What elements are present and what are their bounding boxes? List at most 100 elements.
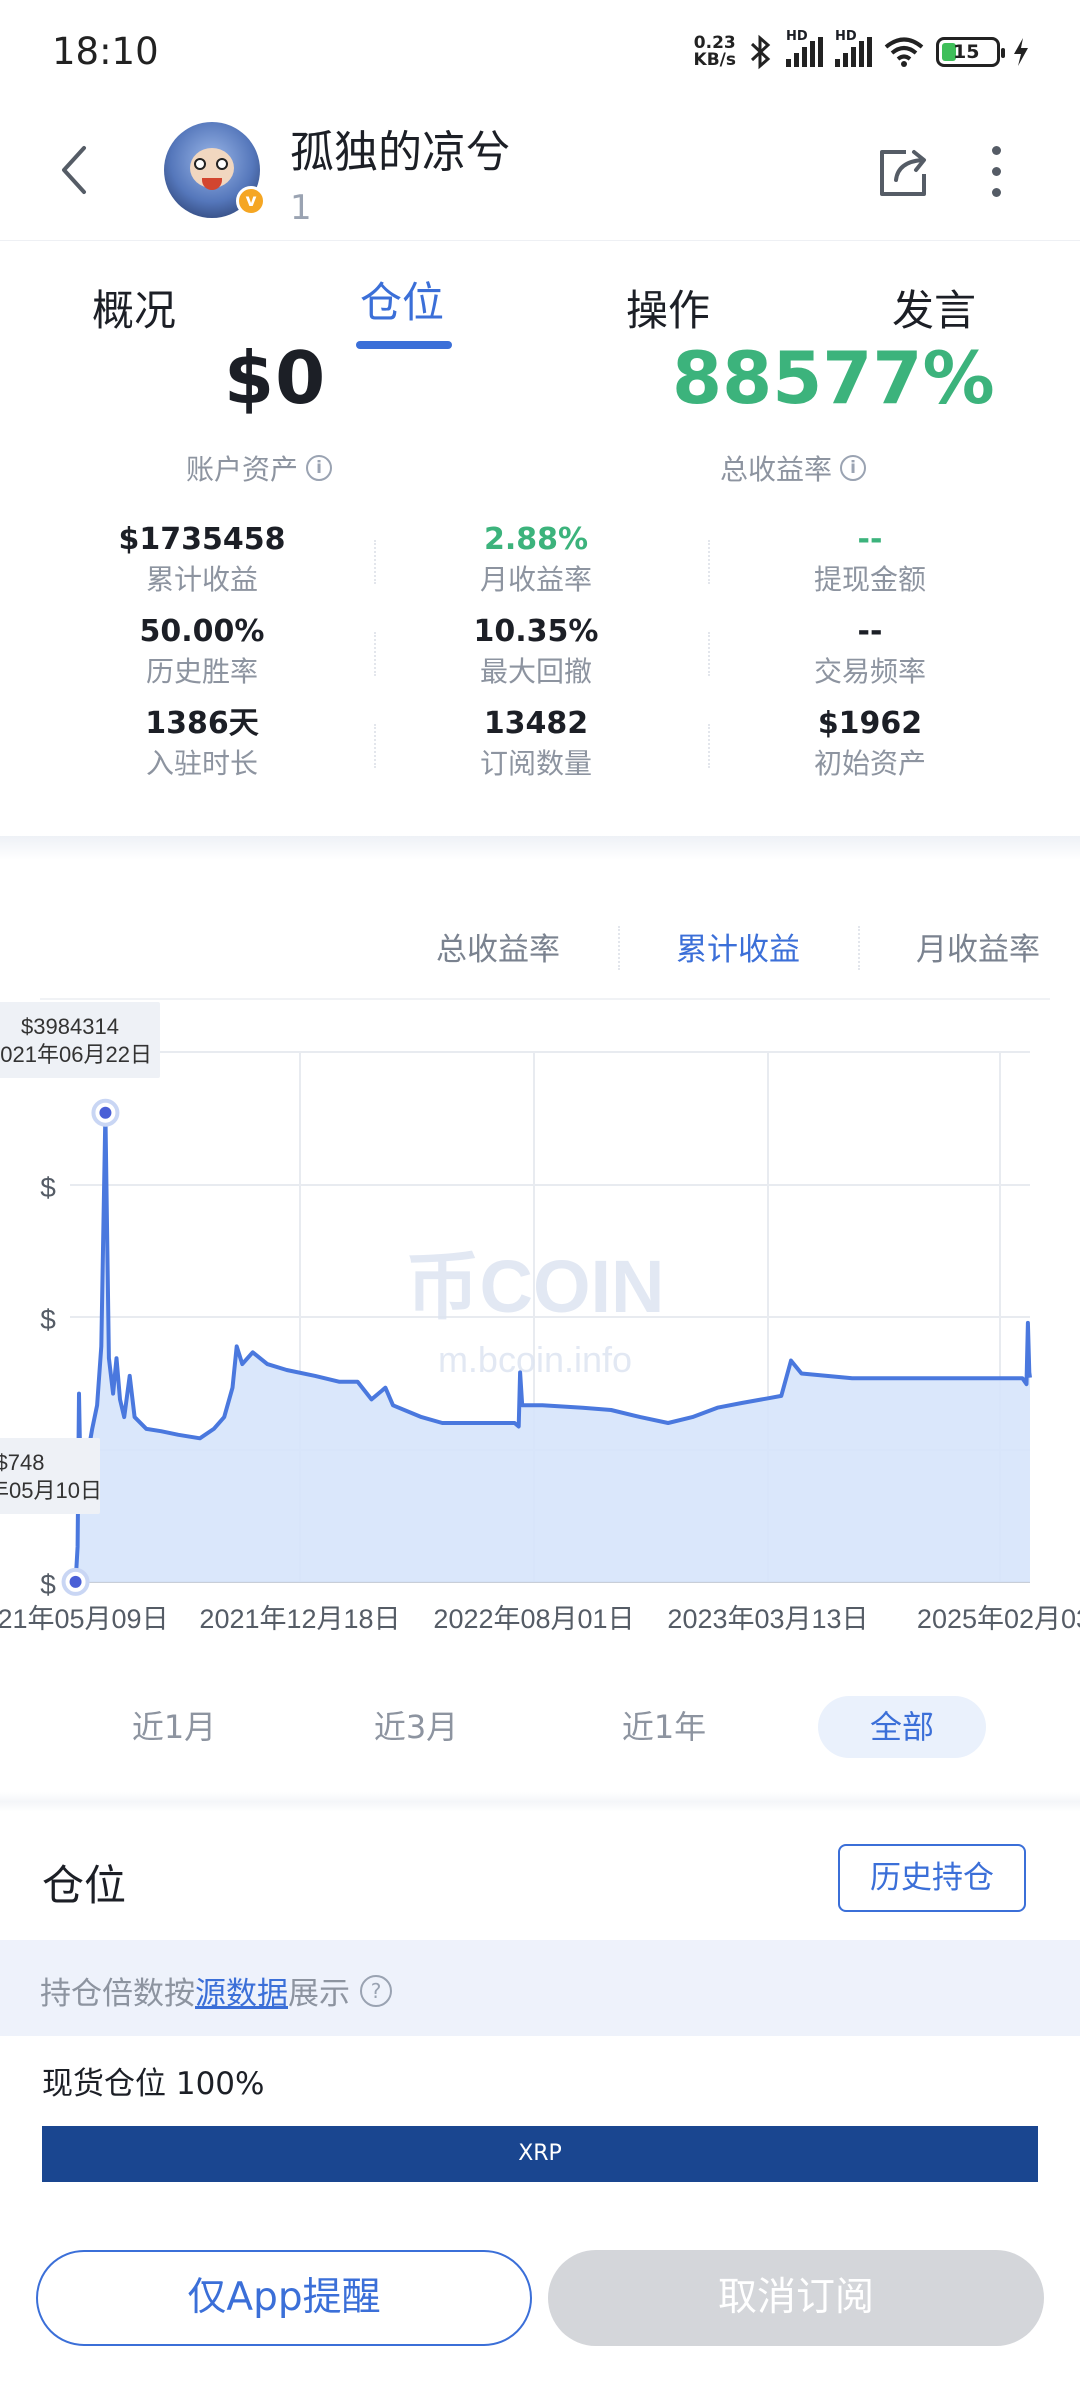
stat-trade-frequency: -- 交易频率 bbox=[700, 612, 1040, 692]
total-return-value: 88577% bbox=[672, 336, 995, 420]
stat-label: 最大回撤 bbox=[479, 655, 592, 688]
notice-text: 展示 bbox=[288, 1976, 350, 2012]
charging-icon bbox=[1014, 38, 1028, 66]
network-speed-unit: KB/s bbox=[693, 50, 736, 70]
tooltip-date: 2021年06月22日 bbox=[0, 1042, 152, 1067]
tooltip-date: 2021年05月10日 bbox=[0, 1478, 102, 1503]
profile-header: v 孤独的凉兮 1 bbox=[0, 100, 1080, 240]
stat-tenure: 1386天 入驻时长 bbox=[32, 704, 372, 784]
cumulative-profit-chart[interactable]: 币COIN m.bcoin.info $$$$$ 2021年05月09日2021… bbox=[0, 1000, 1080, 1660]
chart-tab-total-return[interactable]: 总收益率 bbox=[436, 924, 560, 969]
history-positions-button[interactable]: 历史持仓 bbox=[838, 1844, 1026, 1912]
info-icon[interactable]: i bbox=[306, 455, 333, 481]
verified-badge-icon: v bbox=[236, 186, 266, 216]
range-3-months-button[interactable]: 近3月 bbox=[366, 1696, 466, 1758]
stat-monthly-return: 2.88% 月收益率 bbox=[366, 520, 706, 600]
divider bbox=[708, 540, 710, 584]
tab-posts[interactable]: 发言 bbox=[892, 277, 976, 338]
x-tick-label: 2025年02月03 bbox=[917, 1604, 1080, 1634]
marker-low bbox=[69, 1575, 82, 1588]
signal-strength-2-icon: HD bbox=[835, 29, 872, 67]
divider bbox=[374, 540, 376, 584]
stat-value: 50.00% bbox=[139, 614, 265, 649]
chart-watermark-brand: 币COIN bbox=[406, 1245, 665, 1328]
stat-label: 交易频率 bbox=[813, 655, 926, 688]
stat-label: 月收益率 bbox=[479, 563, 592, 596]
source-data-link[interactable]: 源数据 bbox=[195, 1968, 288, 2013]
chart-tab-monthly-return[interactable]: 月收益率 bbox=[916, 924, 1040, 969]
share-icon[interactable] bbox=[876, 144, 932, 200]
position-allocation-bar: XRP bbox=[42, 2126, 1038, 2182]
tab-overview[interactable]: 概况 bbox=[92, 277, 176, 338]
sim2-hd-label: HD bbox=[835, 29, 857, 44]
stat-win-rate: 50.00% 历史胜率 bbox=[32, 612, 372, 692]
active-tab-indicator bbox=[356, 341, 452, 349]
stat-value: $1962 bbox=[817, 706, 923, 741]
status-icons: 0.23 KB/s HD HD 15 bbox=[694, 29, 1030, 72]
divider bbox=[618, 926, 620, 970]
stat-label: 初始资产 bbox=[813, 747, 926, 780]
stat-initial-asset: $1962 初始资产 bbox=[700, 704, 1040, 784]
avatar[interactable]: v bbox=[164, 122, 266, 218]
user-subtitle: 1 bbox=[290, 188, 312, 228]
app-only-remind-button[interactable]: 仅App提醒 bbox=[36, 2250, 532, 2346]
stat-value: 2.88% bbox=[483, 522, 589, 557]
tooltip-low: $748 2021年05月10日 bbox=[0, 1438, 102, 1514]
stat-label: 订阅数量 bbox=[479, 747, 592, 780]
chart-tab-cumulative-profit[interactable]: 累计收益 bbox=[676, 924, 800, 969]
account-asset-label: 账户资产 i bbox=[186, 448, 333, 488]
stat-value: 10.35% bbox=[473, 614, 599, 649]
wifi-icon bbox=[884, 37, 924, 67]
stat-label: 历史胜率 bbox=[145, 655, 258, 688]
tooltip-high: $3984314 2021年06月22日 bbox=[0, 1002, 160, 1078]
marker-high bbox=[99, 1106, 112, 1119]
range-all-button[interactable]: 全部 bbox=[818, 1696, 986, 1758]
stat-value: $1735458 bbox=[118, 522, 286, 557]
signal-strength-1-icon: HD bbox=[786, 29, 823, 67]
battery-icon: 15 bbox=[936, 37, 1005, 67]
x-tick-label: 2021年05月09日 bbox=[0, 1604, 169, 1634]
leverage-notice: 持仓倍数按 源数据 展示 ? bbox=[0, 1940, 1080, 2036]
y-tick-label: $ bbox=[40, 1569, 56, 1600]
chart-watermark-url: m.bcoin.info bbox=[438, 1339, 632, 1380]
divider bbox=[374, 724, 376, 768]
divider bbox=[374, 632, 376, 676]
tab-operations[interactable]: 操作 bbox=[626, 277, 710, 338]
stat-value: 1386天 bbox=[145, 706, 259, 741]
y-tick-label: $ bbox=[40, 1172, 56, 1203]
more-options-icon[interactable] bbox=[984, 140, 1008, 200]
x-tick-label: 2022年08月01日 bbox=[433, 1604, 634, 1634]
divider bbox=[708, 632, 710, 676]
status-time: 18:10 bbox=[52, 30, 159, 73]
x-tick-label: 2023年03月13日 bbox=[667, 1604, 868, 1634]
account-asset-label-text: 账户资产 bbox=[186, 453, 299, 486]
range-1-month-button[interactable]: 近1月 bbox=[124, 1696, 224, 1758]
user-name: 孤独的凉兮 bbox=[290, 127, 510, 178]
info-icon[interactable]: i bbox=[840, 455, 867, 481]
range-1-year-button[interactable]: 近1年 bbox=[614, 1696, 714, 1758]
stat-label: 提现金额 bbox=[813, 563, 926, 596]
y-tick-label: $ bbox=[40, 1304, 56, 1335]
unsubscribe-button[interactable]: 取消订阅 bbox=[548, 2250, 1044, 2346]
tooltip-value: $748 bbox=[0, 1450, 44, 1475]
stat-label: 累计收益 bbox=[145, 563, 258, 596]
total-return-label: 总收益率 i bbox=[720, 448, 867, 488]
chart-metric-tabs: 总收益率 累计收益 月收益率 bbox=[0, 912, 1080, 992]
stat-cumulative-profit: $1735458 累计收益 bbox=[32, 520, 372, 600]
divider bbox=[708, 724, 710, 768]
tab-positions[interactable]: 仓位 bbox=[360, 269, 444, 330]
back-arrow-icon[interactable] bbox=[52, 140, 96, 200]
divider bbox=[858, 926, 860, 970]
help-icon[interactable]: ? bbox=[360, 1974, 392, 2007]
profile-tabs: 概况 仓位 操作 发言 bbox=[0, 240, 1080, 350]
section-shadow bbox=[0, 836, 1080, 860]
positions-title: 仓位 bbox=[42, 1861, 127, 1910]
total-return-label-text: 总收益率 bbox=[720, 453, 833, 486]
spot-position-summary: 现货仓位 100% bbox=[42, 2066, 265, 2102]
network-speed: 0.23 KB/s bbox=[694, 35, 736, 69]
status-bar: 18:10 0.23 KB/s HD HD 15 bbox=[0, 0, 1080, 100]
stat-max-drawdown: 10.35% 最大回撤 bbox=[366, 612, 706, 692]
stat-value: 13482 bbox=[483, 706, 589, 741]
tooltip-value: $3984314 bbox=[21, 1014, 119, 1039]
time-range-selector: 近1月 近3月 近1年 全部 bbox=[0, 1696, 1080, 1760]
